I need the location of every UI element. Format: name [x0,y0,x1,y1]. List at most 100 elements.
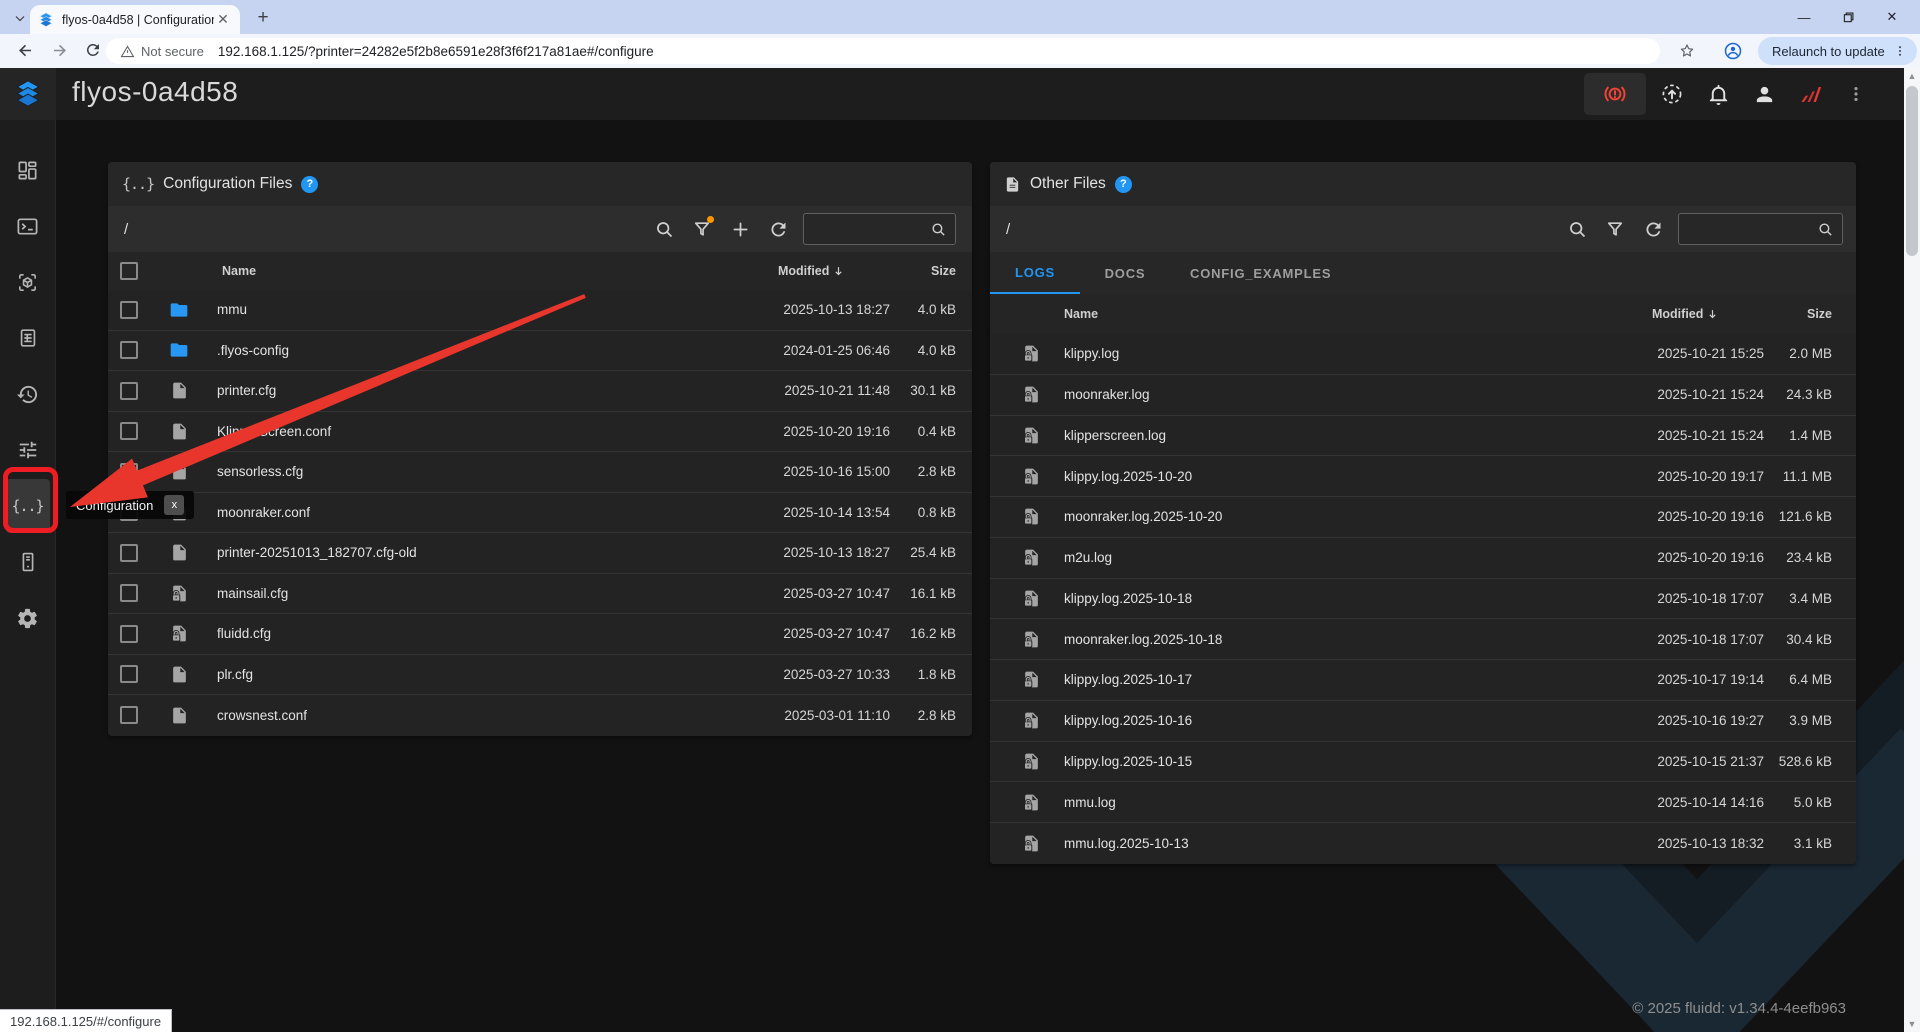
url-bar[interactable]: Not secure 192.168.1.125/?printer=24282e… [106,38,1660,64]
browser-menu-icon[interactable] [1893,43,1907,59]
file-row[interactable]: printer.cfg2025-10-21 11:4830.1 kB [108,371,972,412]
tab-docs[interactable]: DOCS [1080,252,1170,294]
row-checkbox[interactable] [120,422,138,440]
tab-logs[interactable]: LOGS [990,252,1080,294]
row-checkbox[interactable] [120,382,138,400]
column-modified[interactable]: Modified [1652,307,1764,321]
file-row[interactable]: plr.cfg2025-03-27 10:331.8 kB [108,655,972,696]
mmu-logo-icon[interactable] [1790,68,1830,120]
file-row[interactable]: sensorless.cfg2025-10-16 15:002.8 kB [108,452,972,493]
file-row[interactable]: klippy.log.2025-10-152025-10-15 21:37528… [990,742,1856,783]
row-checkbox[interactable] [120,301,138,319]
fluidd-logo-icon[interactable] [0,68,56,120]
user-icon[interactable] [1744,68,1784,120]
sidebar-item-jobs[interactable] [0,310,56,366]
maximize-button[interactable] [1826,0,1870,34]
file-row[interactable]: mmu2025-10-13 18:274.0 kB [108,290,972,331]
file-row[interactable]: mmu.log2025-10-14 14:165.0 kB [990,782,1856,823]
sidebar-item-dashboard[interactable] [0,142,56,198]
column-size[interactable]: Size [1766,307,1832,321]
file-row[interactable]: mmu.log.2025-10-132025-10-13 18:323.1 kB [990,823,1856,864]
page-scrollbar[interactable]: ▲ ▼ [1904,68,1920,1032]
configuration-files-panel: {..} Configuration Files ? / Name Modifi… [108,162,972,736]
file-lock-icon [1021,548,1041,568]
column-size[interactable]: Size [892,264,956,278]
scroll-down-icon[interactable]: ▼ [1904,1016,1920,1032]
file-size: 6.4 MB [1766,672,1832,687]
bookmark-star-icon[interactable] [1678,42,1696,60]
tab-search-icon[interactable] [10,8,30,28]
file-row[interactable]: klippy.log2025-10-21 15:252.0 MB [990,334,1856,375]
row-checkbox[interactable] [120,665,138,683]
file-modified: 2025-10-21 15:25 [1652,346,1764,361]
not-secure-chip[interactable]: Not secure [120,44,204,59]
column-name[interactable]: Name [1064,307,1652,321]
row-checkbox[interactable] [120,341,138,359]
row-checkbox[interactable] [120,584,138,602]
reload-icon[interactable] [84,41,104,61]
tooltip-close-chip[interactable]: x [164,495,184,515]
file-row[interactable]: mainsail.cfg2025-03-27 10:4716.1 kB [108,574,972,615]
sidebar-item-gcode-preview[interactable] [0,254,56,310]
file-row[interactable]: printer-20251013_182707.cfg-old2025-10-1… [108,533,972,574]
search-input[interactable] [1678,213,1843,245]
filter-icon[interactable] [683,214,721,244]
sidebar-item-system[interactable] [0,534,56,590]
select-all-checkbox[interactable] [120,262,138,280]
tab-config_examples[interactable]: CONFIG_EXAMPLES [1170,252,1351,294]
row-checkbox[interactable] [120,463,138,481]
back-icon[interactable] [16,41,36,61]
breadcrumb-path[interactable]: / [124,221,128,238]
column-name[interactable]: Name [222,264,778,278]
sidebar-item-settings[interactable] [0,590,56,646]
notifications-bell-icon[interactable] [1698,68,1738,120]
file-row[interactable]: crowsnest.conf2025-03-01 11:102.8 kB [108,695,972,736]
emergency-stop-button[interactable] [1584,73,1646,115]
scrollbar-thumb[interactable] [1906,86,1918,256]
overflow-menu-icon[interactable] [1836,68,1876,120]
file-row[interactable]: m2u.log2025-10-20 19:1623.4 kB [990,538,1856,579]
close-window-button[interactable]: ✕ [1870,0,1914,34]
host-update-icon[interactable] [1652,68,1692,120]
refresh-icon[interactable] [1634,214,1672,244]
file-row[interactable]: klippy.log.2025-10-202025-10-20 19:1711.… [990,456,1856,497]
column-modified[interactable]: Modified [778,264,890,278]
forward-icon[interactable] [50,41,70,61]
search-icon[interactable] [1558,214,1596,244]
scroll-up-icon[interactable]: ▲ [1904,68,1920,84]
file-modified: 2025-10-20 19:17 [1652,469,1764,484]
refresh-icon[interactable] [759,214,797,244]
profile-icon[interactable] [1723,41,1743,61]
browser-tab[interactable]: flyos-0a4d58 | Configuration ✕ [30,5,240,34]
file-row[interactable]: .flyos-config2024-01-25 06:464.0 kB [108,331,972,372]
file-row[interactable]: moonraker.log.2025-10-202025-10-20 19:16… [990,497,1856,538]
file-row[interactable]: klipperscreen.log2025-10-21 15:241.4 MB [990,416,1856,457]
minimize-button[interactable]: — [1782,0,1826,34]
add-file-icon[interactable] [721,214,759,244]
relaunch-to-update-button[interactable]: Relaunch to update [1758,37,1917,65]
file-row[interactable]: fluidd.cfg2025-03-27 10:4716.2 kB [108,614,972,655]
search-input[interactable] [803,213,956,245]
file-row[interactable]: klippy.log.2025-10-182025-10-18 17:073.4… [990,579,1856,620]
sidebar-item-history[interactable] [0,366,56,422]
help-icon[interactable]: ? [1115,176,1132,193]
row-checkbox[interactable] [120,544,138,562]
row-checkbox[interactable] [120,706,138,724]
file-name: moonraker.log [1064,387,1652,402]
breadcrumb-path[interactable]: / [1006,221,1010,238]
file-row[interactable]: KlipperScreen.conf2025-10-20 19:160.4 kB [108,412,972,453]
filter-icon[interactable] [1596,214,1634,244]
file-row[interactable]: klippy.log.2025-10-162025-10-16 19:273.9… [990,701,1856,742]
tab-close-icon[interactable]: ✕ [214,11,232,29]
help-icon[interactable]: ? [301,176,318,193]
search-icon[interactable] [645,214,683,244]
new-tab-button[interactable]: + [252,7,274,29]
row-checkbox[interactable] [120,625,138,643]
file-row[interactable]: moonraker.conf2025-10-14 13:540.8 kB [108,493,972,534]
sidebar-item-console[interactable] [0,198,56,254]
file-size: 2.8 kB [892,708,956,723]
file-row[interactable]: moonraker.log.2025-10-182025-10-18 17:07… [990,619,1856,660]
file-row[interactable]: klippy.log.2025-10-172025-10-17 19:146.4… [990,660,1856,701]
file-row[interactable]: moonraker.log2025-10-21 15:2424.3 kB [990,375,1856,416]
file-icon [169,381,189,401]
